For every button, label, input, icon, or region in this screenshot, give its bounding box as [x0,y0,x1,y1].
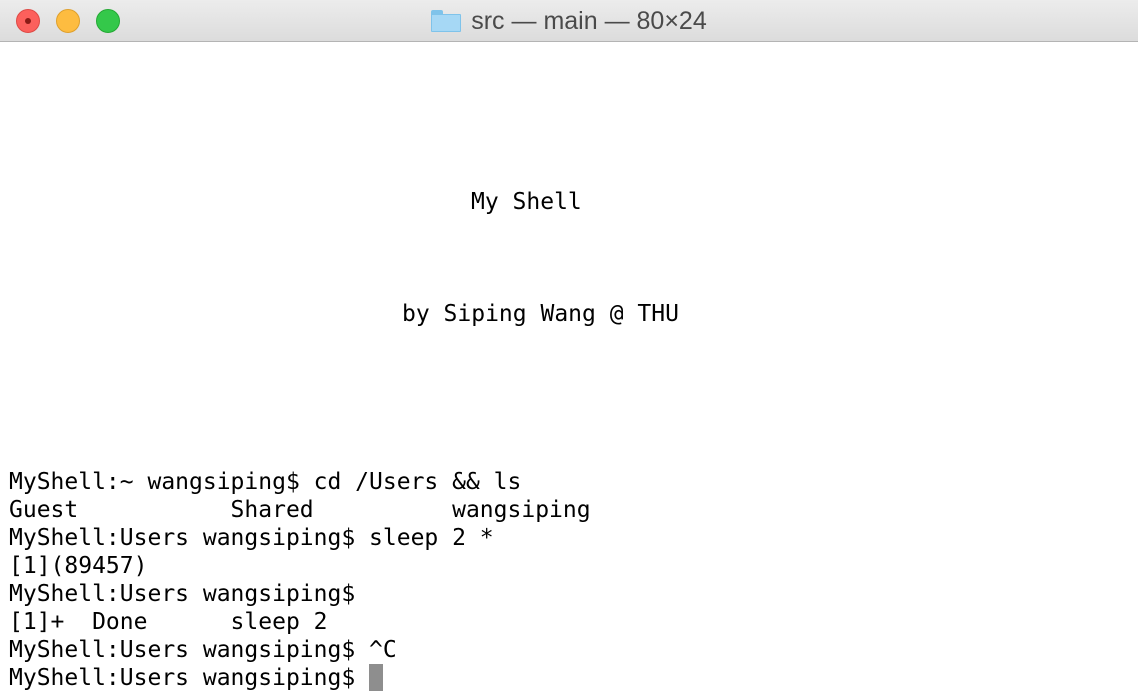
terminal-content[interactable]: My Shell by Siping Wang @ THU MyShell:~ … [0,43,1138,698]
banner-author: by Siping Wang @ THU [402,301,679,327]
terminal-line: MyShell:Users wangsiping$ ^C [9,637,397,663]
banner-title: My Shell [471,189,582,215]
terminal-window: src — main — 80×24 My Shell by Siping Wa… [0,0,1138,698]
title-bar[interactable]: src — main — 80×24 [0,0,1138,42]
cursor-block [369,664,384,691]
folder-icon [431,10,462,32]
prompt-text: MyShell:Users wangsiping$ [9,665,356,691]
terminal-prompt-line[interactable]: MyShell:Users wangsiping$ [9,664,384,692]
terminal-line: MyShell:Users wangsiping$ sleep 2 * [9,525,494,551]
window-title: src — main — 80×24 [471,6,707,35]
terminal-line: MyShell:~ wangsiping$ cd /Users && ls [9,469,522,495]
terminal-line: [1](89457) [9,553,148,579]
terminal-line: Guest Shared wangsiping [9,497,591,523]
terminal-line: MyShell:Users wangsiping$ [9,581,356,607]
terminal-line: [1]+ Done sleep 2 [9,609,328,635]
window-title-group: src — main — 80×24 [0,0,1138,42]
